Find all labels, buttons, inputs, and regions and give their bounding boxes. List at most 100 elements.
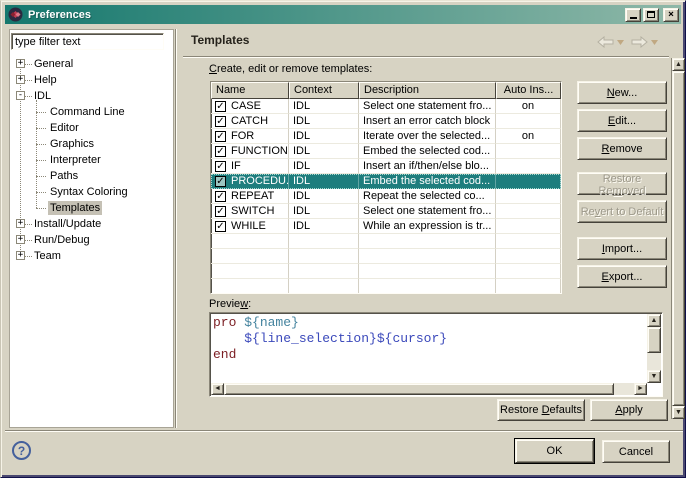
- template-description-cell: While an expression is tr...: [359, 219, 496, 234]
- expand-icon[interactable]: +: [16, 75, 25, 84]
- help-button[interactable]: ?: [12, 441, 31, 460]
- table-label: Create, edit or remove templates:: [209, 63, 373, 75]
- template-enabled-checkbox[interactable]: ✓: [215, 115, 226, 127]
- titlebar[interactable]: Preferences ×: [5, 5, 681, 24]
- expand-icon[interactable]: +: [16, 219, 25, 228]
- tree-item-help[interactable]: + Help: [10, 72, 173, 88]
- template-name-cell: ✓ SWITCH: [211, 204, 289, 219]
- tree-item-label: Command Line: [50, 106, 125, 118]
- restore-defaults-button[interactable]: Restore Defaults: [497, 399, 585, 421]
- tree-item-interpreter[interactable]: Interpreter: [10, 152, 173, 168]
- cancel-button[interactable]: Cancel: [602, 440, 670, 463]
- template-enabled-checkbox[interactable]: ✓: [215, 220, 226, 232]
- scroll-up-icon[interactable]: ▲: [672, 58, 685, 71]
- column-header-auto-ins-[interactable]: Auto Ins...: [496, 82, 561, 99]
- panel-divider[interactable]: [175, 29, 177, 428]
- template-row-repeat[interactable]: ✓ REPEAT IDL Repeat the selected co...: [211, 189, 561, 204]
- column-header-context[interactable]: Context: [289, 82, 359, 99]
- template-row-for[interactable]: ✓ FOR IDL Iterate over the selected... on: [211, 129, 561, 144]
- scroll-right-icon[interactable]: ►: [634, 383, 647, 395]
- expand-icon[interactable]: +: [16, 235, 25, 244]
- template-row-catch[interactable]: ✓ CATCH IDL Insert an error catch block: [211, 114, 561, 129]
- empty-cell: [359, 249, 496, 264]
- expand-icon[interactable]: +: [16, 251, 25, 260]
- ok-button[interactable]: OK: [515, 439, 594, 463]
- tree-item-editor[interactable]: Editor: [10, 120, 173, 136]
- template-row-procedu[interactable]: ✓ PROCEDU... IDL Embed the selected cod...: [211, 174, 561, 189]
- templates-table[interactable]: Name Context Description Auto Ins... ✓ CASE ID…: [210, 81, 562, 294]
- tree-item-general[interactable]: + General: [10, 56, 173, 72]
- expand-icon[interactable]: +: [16, 59, 25, 68]
- code-token-keyword: end: [213, 347, 237, 362]
- tree-item-team[interactable]: + Team: [10, 248, 173, 264]
- remove-button[interactable]: Remove: [577, 137, 667, 160]
- scroll-down-icon[interactable]: ▼: [672, 406, 685, 419]
- tree-item-syntax-coloring[interactable]: Syntax Coloring: [10, 184, 173, 200]
- back-arrow-button[interactable]: [597, 36, 614, 48]
- tree-item-install-update[interactable]: + Install/Update: [10, 216, 173, 232]
- template-enabled-checkbox[interactable]: ✓: [215, 100, 226, 112]
- revert-to-default-button: Revert to Default: [577, 200, 667, 223]
- template-name-cell: ✓ PROCEDU...: [211, 174, 289, 189]
- page-title: Templates: [191, 33, 250, 47]
- back-menu-chevron-icon[interactable]: [617, 39, 624, 45]
- template-row-case[interactable]: ✓ CASE IDL Select one statement fro... on: [211, 99, 561, 114]
- template-row-switch[interactable]: ✓ SWITCH IDL Select one statement fro...: [211, 204, 561, 219]
- template-description-cell: Embed the selected cod...: [359, 144, 496, 159]
- scrollbar-thumb[interactable]: [672, 71, 685, 406]
- minimize-button[interactable]: [625, 7, 641, 22]
- tree-item-paths[interactable]: Paths: [10, 168, 173, 184]
- tree-item-idl[interactable]: - IDL: [10, 88, 173, 104]
- template-preview[interactable]: pro ${name} ${line_selection}${cursor} en…: [209, 312, 663, 397]
- export-button[interactable]: Export...: [577, 265, 667, 288]
- template-enabled-checkbox[interactable]: ✓: [215, 175, 226, 187]
- scroll-left-icon[interactable]: ◄: [211, 383, 224, 395]
- new-button[interactable]: New...: [577, 81, 667, 104]
- column-header-description[interactable]: Description: [359, 82, 496, 99]
- filter-input[interactable]: [11, 33, 164, 50]
- tree-connector-stub: [36, 176, 46, 177]
- template-row-function[interactable]: ✓ FUNCTION IDL Embed the selected cod...: [211, 144, 561, 159]
- scrollbar-thumb[interactable]: [224, 383, 614, 395]
- template-context-cell: IDL: [289, 189, 359, 204]
- tree-connector-stub: [36, 112, 46, 113]
- tree-item-label: IDL: [34, 90, 52, 102]
- forward-menu-chevron-icon[interactable]: [651, 39, 658, 45]
- import-button[interactable]: Import...: [577, 237, 667, 260]
- template-enabled-checkbox[interactable]: ✓: [215, 205, 226, 217]
- preview-horizontal-scrollbar[interactable]: ◄ ►: [211, 383, 647, 395]
- template-enabled-checkbox[interactable]: ✓: [215, 130, 226, 142]
- close-button[interactable]: ×: [663, 7, 679, 22]
- tree-item-graphics[interactable]: Graphics: [10, 136, 173, 152]
- template-enabled-checkbox[interactable]: ✓: [215, 190, 226, 202]
- empty-cell: [496, 264, 561, 279]
- template-autoinsert-cell: [496, 159, 561, 174]
- forward-arrow-button[interactable]: [631, 36, 648, 48]
- tree-item-templates[interactable]: Templates: [10, 200, 173, 216]
- template-enabled-checkbox[interactable]: ✓: [215, 160, 226, 172]
- apply-button[interactable]: Apply: [590, 399, 668, 421]
- scrollbar-thumb[interactable]: [647, 327, 661, 353]
- scroll-down-icon[interactable]: ▼: [647, 370, 661, 383]
- template-description-cell: Insert an if/then/else blo...: [359, 159, 496, 174]
- edit-button[interactable]: Edit...: [577, 109, 667, 132]
- tree-item-run-debug[interactable]: + Run/Debug: [10, 232, 173, 248]
- tree-connector-stub: [25, 96, 32, 97]
- preview-vertical-scrollbar[interactable]: ▲ ▼: [647, 314, 661, 383]
- scroll-up-icon[interactable]: ▲: [647, 314, 661, 327]
- empty-cell: [359, 279, 496, 293]
- maximize-button[interactable]: [643, 7, 659, 22]
- template-row-if[interactable]: ✓ IF IDL Insert an if/then/else blo...: [211, 159, 561, 174]
- tree-item-label: Templates: [48, 201, 103, 215]
- column-header-name[interactable]: Name: [211, 82, 289, 99]
- tree-item-command-line[interactable]: Command Line: [10, 104, 173, 120]
- template-row-while[interactable]: ✓ WHILE IDL While an expression is tr...: [211, 219, 561, 234]
- collapse-icon[interactable]: -: [16, 91, 25, 100]
- template-name: PROCEDU...: [231, 175, 289, 187]
- empty-table-row: [211, 234, 561, 249]
- template-enabled-checkbox[interactable]: ✓: [215, 145, 226, 157]
- page-vertical-scrollbar[interactable]: ▲ ▼: [671, 58, 685, 419]
- preview-code[interactable]: pro ${name} ${line_selection}${cursor} en…: [213, 315, 646, 382]
- template-name: WHILE: [231, 220, 266, 232]
